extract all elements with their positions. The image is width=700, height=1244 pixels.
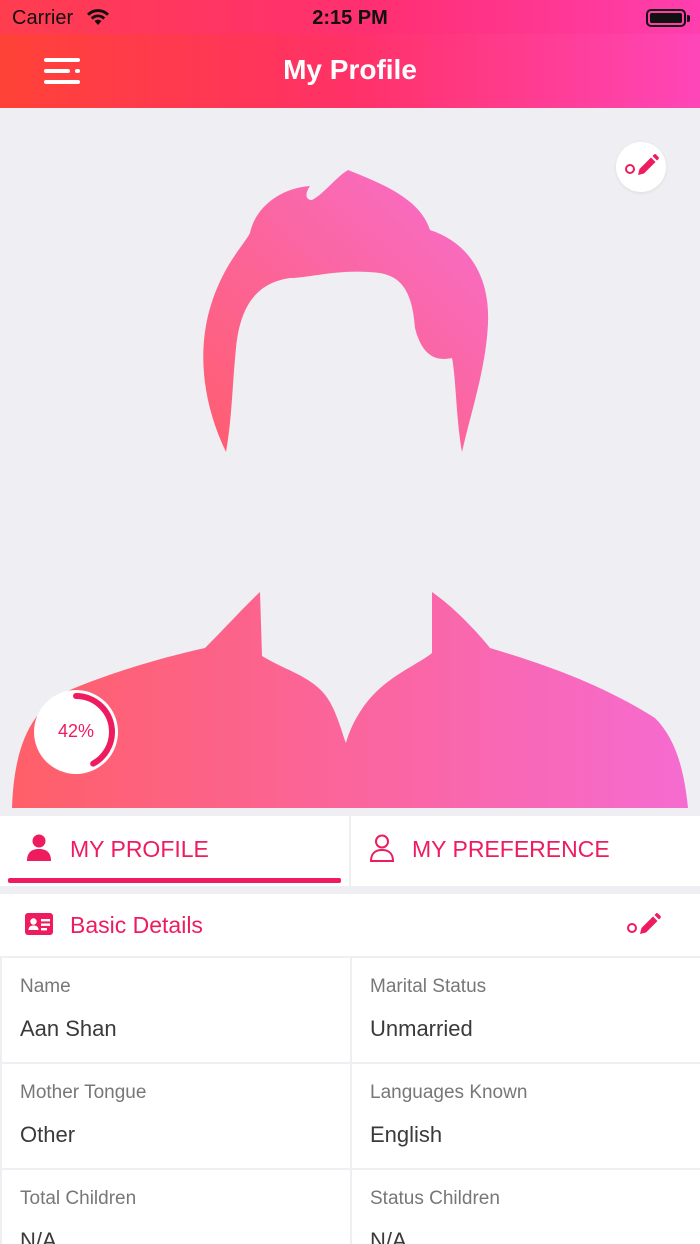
user-outline-icon xyxy=(369,834,395,862)
status-time: 2:15 PM xyxy=(312,7,388,29)
detail-cell-marital-status: Marital Status Unmarried xyxy=(352,958,700,1062)
detail-label: Mother Tongue xyxy=(20,1082,147,1103)
detail-cell-mother-tongue: Mother Tongue Other xyxy=(2,1064,350,1168)
pencil-icon xyxy=(625,154,659,175)
detail-value: N/A xyxy=(370,1228,407,1244)
detail-label: Total Children xyxy=(20,1188,137,1209)
app-bar: My Profile xyxy=(0,34,700,108)
tab-my-preference[interactable]: MY PREFERENCE xyxy=(351,816,700,886)
basic-details-title: Basic Details xyxy=(70,912,203,938)
tab-my-profile[interactable]: MY PROFILE xyxy=(0,816,349,886)
status-bar: Carrier 2:15 PM xyxy=(0,0,700,34)
pencil-icon xyxy=(627,913,661,934)
detail-cell-status-children: Status Children N/A xyxy=(352,1170,700,1244)
detail-value: N/A xyxy=(20,1228,57,1244)
basic-details-header: Basic Details xyxy=(0,894,700,956)
detail-label: Languages Known xyxy=(370,1082,528,1103)
battery-icon xyxy=(646,9,690,27)
tab-my-profile-label: MY PROFILE xyxy=(70,836,209,862)
detail-cell-total-children: Total Children N/A xyxy=(2,1170,350,1244)
user-filled-icon xyxy=(27,834,51,861)
active-tab-indicator xyxy=(8,878,341,883)
detail-label: Status Children xyxy=(370,1188,500,1209)
detail-cell-name: Name Aan Shan xyxy=(2,958,350,1062)
detail-cell-languages-known: Languages Known English xyxy=(352,1064,700,1168)
profile-photo-area: 42% xyxy=(0,108,700,808)
edit-basic-details-button[interactable] xyxy=(622,906,666,946)
detail-value: Other xyxy=(20,1122,76,1147)
profile-completion-percent: 42% xyxy=(57,721,95,741)
id-card-icon xyxy=(25,913,53,935)
profile-tabs: MY PROFILE MY PREFERENCE xyxy=(0,816,700,886)
detail-value: Aan Shan xyxy=(20,1016,117,1041)
profile-completion-indicator: 42% xyxy=(34,690,118,774)
detail-label: Marital Status xyxy=(370,976,487,997)
detail-label: Name xyxy=(20,976,71,997)
detail-value: English xyxy=(370,1122,443,1147)
page-title: My Profile xyxy=(283,54,417,85)
detail-value: Unmarried xyxy=(370,1016,473,1041)
tab-my-preference-label: MY PREFERENCE xyxy=(412,836,610,862)
edit-photo-button[interactable] xyxy=(616,142,666,192)
